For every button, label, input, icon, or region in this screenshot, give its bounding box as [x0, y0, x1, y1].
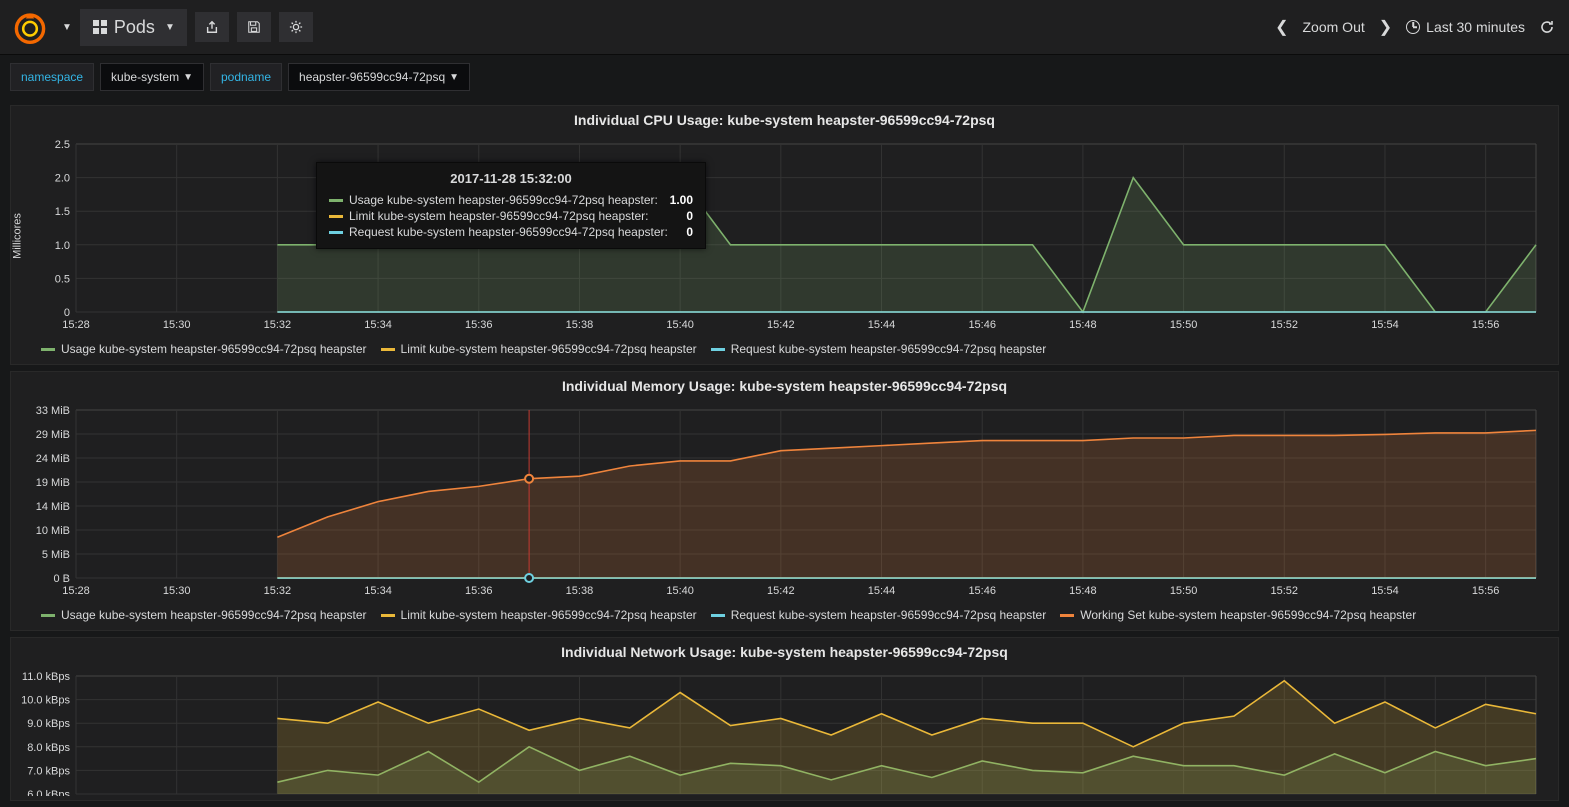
svg-text:1.0: 1.0: [55, 240, 70, 252]
var-namespace-value[interactable]: kube-system▼: [100, 63, 204, 91]
svg-text:15:30: 15:30: [163, 585, 191, 597]
dashboard-title: Pods: [114, 17, 155, 38]
grafana-logo[interactable]: [10, 7, 50, 47]
legend-item[interactable]: Request kube-system heapster-96599cc94-7…: [711, 342, 1047, 356]
network-chart[interactable]: 6.0 kBps 7.0 kBps 8.0 kBps 9.0 kBps 10.0 kBp…: [21, 666, 1546, 796]
legend-item[interactable]: Working Set kube-system heapster-96599cc…: [1060, 608, 1416, 622]
svg-text:15:50: 15:50: [1170, 585, 1198, 597]
legend-item[interactable]: Limit kube-system heapster-96599cc94-72p…: [381, 342, 697, 356]
svg-text:10.0 kBps: 10.0 kBps: [21, 695, 70, 707]
svg-text:15:28: 15:28: [62, 585, 90, 597]
legend-item[interactable]: Request kube-system heapster-96599cc94-7…: [711, 608, 1047, 622]
svg-text:15:48: 15:48: [1069, 319, 1097, 331]
svg-text:15:36: 15:36: [465, 585, 493, 597]
refresh-icon: [1539, 19, 1555, 35]
svg-text:15:42: 15:42: [767, 319, 795, 331]
panel-cpu: Individual CPU Usage: kube-system heapst…: [10, 105, 1559, 365]
settings-button[interactable]: [279, 12, 313, 42]
share-button[interactable]: [195, 12, 229, 42]
svg-text:15:46: 15:46: [968, 319, 996, 331]
time-back-button[interactable]: ❮: [1271, 13, 1292, 41]
memory-chart[interactable]: 0 B 5 MiB 10 MiB 14 MiB 19 MiB 24 MiB 29 MiB 33…: [21, 400, 1546, 600]
legend-item[interactable]: Usage kube-system heapster-96599cc94-72p…: [41, 608, 367, 622]
svg-text:15:52: 15:52: [1271, 319, 1299, 331]
svg-text:15:54: 15:54: [1371, 319, 1399, 331]
svg-text:15:42: 15:42: [767, 585, 795, 597]
svg-text:15:32: 15:32: [264, 319, 292, 331]
svg-text:0 B: 0 B: [53, 573, 70, 585]
zoom-out-button[interactable]: Zoom Out: [1303, 19, 1365, 35]
panel-cpu-ylabel: Millicores: [12, 213, 24, 259]
var-podname-value[interactable]: heapster-96599cc94-72psq▼: [288, 63, 470, 91]
svg-text:15:34: 15:34: [364, 319, 392, 331]
panel-network-title: Individual Network Usage: kube-system he…: [11, 638, 1558, 666]
time-range-label: Last 30 minutes: [1426, 19, 1525, 35]
svg-text:0.5: 0.5: [55, 273, 70, 285]
tooltip-title: 2017-11-28 15:32:00: [329, 171, 693, 186]
svg-text:15:38: 15:38: [566, 319, 594, 331]
share-icon: [205, 20, 219, 34]
svg-text:14 MiB: 14 MiB: [36, 501, 70, 513]
legend-item[interactable]: Limit kube-system heapster-96599cc94-72p…: [381, 608, 697, 622]
svg-text:19 MiB: 19 MiB: [36, 477, 70, 489]
svg-text:15:44: 15:44: [868, 585, 896, 597]
svg-text:7.0 kBps: 7.0 kBps: [27, 765, 70, 777]
refresh-button[interactable]: [1535, 15, 1559, 39]
svg-text:15:52: 15:52: [1271, 585, 1299, 597]
svg-text:15:44: 15:44: [868, 319, 896, 331]
svg-text:2.0: 2.0: [55, 173, 70, 185]
clock-icon: [1406, 20, 1420, 34]
svg-text:15:46: 15:46: [968, 585, 996, 597]
svg-text:15:50: 15:50: [1170, 319, 1198, 331]
svg-text:33 MiB: 33 MiB: [36, 405, 70, 417]
panel-cpu-legend: Usage kube-system heapster-96599cc94-72p…: [11, 338, 1558, 364]
svg-text:15:38: 15:38: [566, 585, 594, 597]
svg-text:15:56: 15:56: [1472, 585, 1500, 597]
chevron-down-icon: ▼: [165, 22, 175, 33]
dashboard-picker[interactable]: Pods ▼: [80, 9, 187, 46]
svg-text:0: 0: [64, 307, 70, 319]
svg-text:15:28: 15:28: [62, 319, 90, 331]
time-range-picker[interactable]: Last 30 minutes: [1406, 19, 1525, 35]
svg-text:15:54: 15:54: [1371, 585, 1399, 597]
svg-text:15:36: 15:36: [465, 319, 493, 331]
grid-icon: [92, 19, 108, 35]
svg-text:8.0 kBps: 8.0 kBps: [27, 742, 70, 754]
panel-network: Individual Network Usage: kube-system he…: [10, 637, 1559, 801]
svg-text:1.5: 1.5: [55, 206, 70, 218]
panel-memory-legend: Usage kube-system heapster-96599cc94-72p…: [11, 604, 1558, 630]
svg-text:29 MiB: 29 MiB: [36, 429, 70, 441]
save-button[interactable]: [237, 12, 271, 42]
panel-memory-title: Individual Memory Usage: kube-system hea…: [11, 372, 1558, 400]
svg-text:15:40: 15:40: [666, 319, 694, 331]
panel-cpu-title: Individual CPU Usage: kube-system heapst…: [11, 106, 1558, 134]
logo-caret-icon[interactable]: ▼: [62, 22, 72, 33]
svg-text:6.0 kBps: 6.0 kBps: [27, 789, 70, 796]
svg-text:15:48: 15:48: [1069, 585, 1097, 597]
save-icon: [247, 20, 261, 34]
svg-text:10 MiB: 10 MiB: [36, 525, 70, 537]
svg-text:15:30: 15:30: [163, 319, 191, 331]
svg-text:15:56: 15:56: [1472, 319, 1500, 331]
var-podname-label: podname: [210, 63, 282, 91]
svg-text:15:40: 15:40: [666, 585, 694, 597]
svg-text:15:34: 15:34: [364, 585, 392, 597]
legend-item[interactable]: Usage kube-system heapster-96599cc94-72p…: [41, 342, 367, 356]
svg-text:24 MiB: 24 MiB: [36, 453, 70, 465]
chart-tooltip: 2017-11-28 15:32:00 Usage kube-system he…: [316, 162, 706, 249]
panel-memory: Individual Memory Usage: kube-system hea…: [10, 371, 1559, 631]
svg-text:15:32: 15:32: [264, 585, 292, 597]
svg-text:2.5: 2.5: [55, 139, 70, 151]
gear-icon: [289, 20, 303, 34]
var-namespace-label: namespace: [10, 63, 94, 91]
time-forward-button[interactable]: ❯: [1375, 13, 1396, 41]
svg-text:9.0 kBps: 9.0 kBps: [27, 718, 70, 730]
template-variable-bar: namespace kube-system▼ podname heapster-…: [0, 55, 1569, 99]
svg-text:5 MiB: 5 MiB: [42, 549, 70, 561]
top-toolbar: ▼ Pods ▼ ❮ Zoom Out ❯ Last 30 minutes: [0, 0, 1569, 55]
svg-text:11.0 kBps: 11.0 kBps: [22, 671, 71, 683]
cpu-chart[interactable]: 0 0.5 1.0 1.5 2.0 2.5 15:28 15:30 15:32 15:34 15:3…: [21, 134, 1546, 334]
